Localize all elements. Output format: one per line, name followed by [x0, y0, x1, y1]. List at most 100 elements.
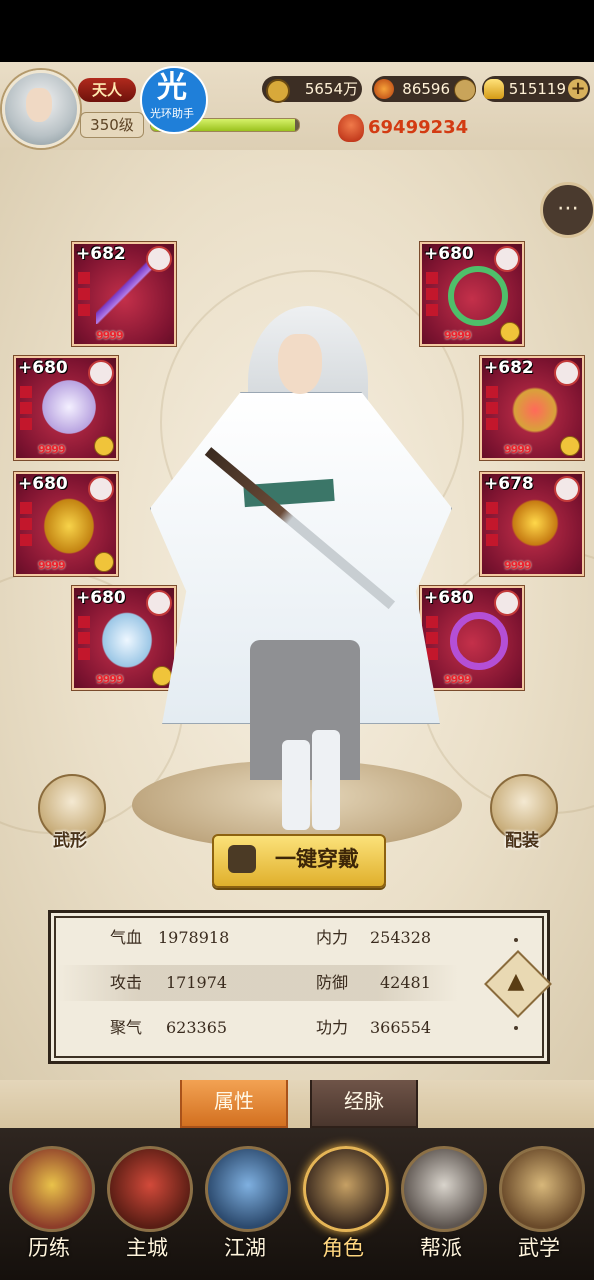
- equip-stars: 9999: [444, 329, 472, 342]
- stat-name: 内力: [316, 928, 349, 947]
- link-badge-icon: [152, 666, 172, 686]
- gem-slots-icon: [426, 616, 438, 662]
- chat-icon[interactable]: ⋯: [540, 182, 594, 238]
- robe-icon: [38, 376, 100, 438]
- currency-ingot-value: 515119: [508, 80, 566, 98]
- nav-item-martial-arts[interactable]: 武学: [490, 1146, 588, 1276]
- rarity-icon: [88, 360, 114, 386]
- stat-value: 42481: [380, 973, 431, 992]
- martial-arts-icon: [499, 1146, 585, 1232]
- character-boot: [312, 730, 340, 830]
- pendant-icon: [504, 376, 566, 438]
- equip-slot-bracelet[interactable]: +678 9999: [480, 472, 584, 576]
- character-boot: [282, 740, 310, 830]
- equip-slot-belt[interactable]: +680 9999: [14, 472, 118, 576]
- rarity-icon: [494, 590, 520, 616]
- stat-row: 攻击 171974 防御 42481: [58, 965, 458, 1001]
- currency-coin[interactable]: 5654万: [262, 76, 362, 103]
- nav-label: 主城: [126, 1236, 168, 1260]
- player-level: 350级: [80, 112, 144, 138]
- equip-stars: 9999: [504, 559, 532, 572]
- stat-row: 气血 1978918 内力 254328: [58, 920, 458, 956]
- equip-slot-boots[interactable]: +680 9999: [72, 586, 176, 690]
- gem-slots-icon: [78, 616, 90, 662]
- scroll-dot: [514, 938, 518, 942]
- stat-name: 聚气: [110, 1018, 143, 1037]
- stat-value: 623365: [166, 1018, 228, 1037]
- currency-flame-value: 86596: [402, 80, 450, 98]
- stat-value: 1978918: [158, 928, 230, 947]
- gem-slots-icon: [486, 386, 498, 432]
- appearance-label: 武形: [53, 831, 87, 851]
- stat-name: 功力: [316, 1018, 349, 1037]
- tab-attributes[interactable]: 属性: [180, 1080, 288, 1128]
- stat-value: 366554: [370, 1018, 432, 1037]
- combat-power-icon: [338, 114, 364, 142]
- gem-slots-icon: [20, 502, 32, 548]
- stat-name: 攻击: [110, 973, 143, 992]
- boots-icon: [96, 606, 158, 668]
- flame-icon: [374, 79, 394, 99]
- add-currency-icon[interactable]: +: [568, 79, 588, 99]
- equip-level: +680: [424, 588, 474, 608]
- equip-slot-pendant[interactable]: +682 9999: [480, 356, 584, 460]
- nav-item-guild[interactable]: 帮派: [392, 1146, 490, 1276]
- equip-stars: 9999: [38, 443, 66, 456]
- nav-item-training[interactable]: 历练: [0, 1146, 98, 1276]
- rarity-icon: [494, 246, 520, 272]
- scroll-dot: [514, 1026, 518, 1030]
- jianghu-icon: [205, 1146, 291, 1232]
- coin-icon: [266, 79, 290, 103]
- ingot-icon: [484, 79, 504, 99]
- equip-level: +682: [484, 358, 534, 378]
- equip-slot-armor[interactable]: +680 9999: [14, 356, 118, 460]
- stat-value: 171974: [166, 973, 228, 992]
- status-bar: [0, 0, 594, 62]
- gem-slots-icon: [78, 272, 90, 318]
- bracelet-icon: [504, 492, 566, 554]
- character-icon: [303, 1146, 389, 1232]
- nav-item-jianghu[interactable]: 江湖: [196, 1146, 294, 1276]
- nav-label: 角色: [322, 1236, 364, 1260]
- exchange-icon[interactable]: [454, 79, 476, 101]
- nav-item-character[interactable]: 角色: [294, 1146, 392, 1276]
- stat-row: 聚气 623365 功力 366554: [58, 1010, 458, 1046]
- stat-value: 254328: [370, 928, 432, 947]
- guild-icon: [401, 1146, 487, 1232]
- helper-logo-glyph: 光: [157, 70, 187, 105]
- helper-label: 光环助手: [150, 107, 194, 120]
- equip-slot-necklace[interactable]: +680 9999: [420, 242, 524, 346]
- tab-meridians[interactable]: 经脉: [310, 1080, 418, 1128]
- loadout-label: 配装: [505, 831, 539, 851]
- nav-label: 江湖: [224, 1236, 266, 1260]
- currency-ingot[interactable]: 515119 +: [482, 76, 590, 102]
- rarity-icon: [88, 476, 114, 502]
- link-badge-icon: [560, 436, 580, 456]
- equip-level: +680: [76, 588, 126, 608]
- nav-item-city[interactable]: 主城: [98, 1146, 196, 1276]
- rarity-icon: [146, 590, 172, 616]
- equip-slot-weapon[interactable]: +682 9999: [72, 242, 176, 346]
- equip-slot-ring[interactable]: +680 9999: [420, 586, 524, 690]
- currency-flame[interactable]: 86596: [372, 76, 476, 102]
- currency-coin-value: 5654万: [304, 80, 358, 98]
- equip-level: +680: [424, 244, 474, 264]
- chevron-up-icon: ▲: [507, 969, 525, 994]
- rarity-icon: [554, 360, 580, 386]
- combat-power-value: 69499234: [368, 117, 469, 138]
- character-face: [278, 334, 322, 394]
- equip-stars: 9999: [38, 559, 66, 572]
- equip-level: +680: [18, 474, 68, 494]
- gem-slots-icon: [426, 272, 438, 318]
- stat-name: 气血: [110, 928, 143, 947]
- equip-level: +680: [18, 358, 68, 378]
- equip-level: +678: [484, 474, 534, 494]
- gem-slots-icon: [486, 502, 498, 548]
- link-badge-icon: [94, 552, 114, 572]
- equip-stars: 9999: [96, 329, 124, 342]
- equip-level: +682: [76, 244, 126, 264]
- link-badge-icon: [500, 322, 520, 342]
- equip-all-icon: [228, 845, 256, 873]
- belt-icon: [38, 492, 100, 554]
- equip-stars: 9999: [504, 443, 532, 456]
